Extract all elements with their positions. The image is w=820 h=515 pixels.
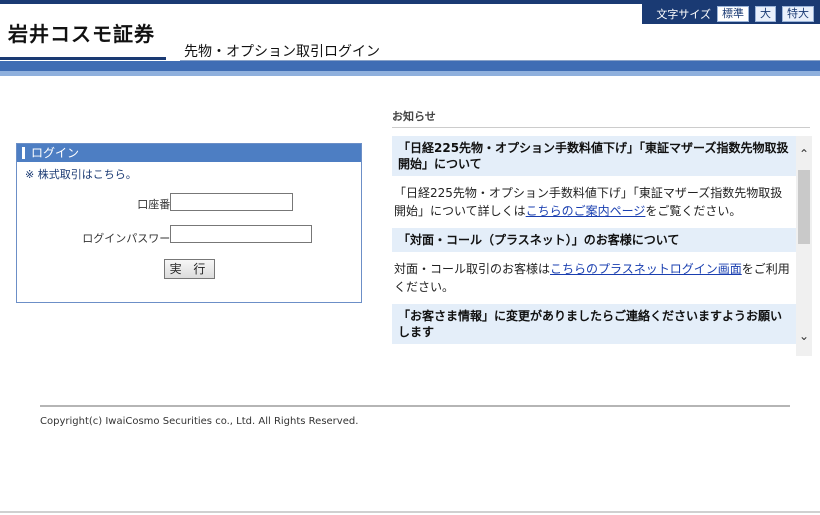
font-size-large-button[interactable]: 大 <box>755 6 776 22</box>
bottom-border <box>0 511 820 513</box>
font-size-standard-button[interactable]: 標準 <box>717 6 749 22</box>
scroll-down-icon[interactable]: ⌄ <box>796 328 812 344</box>
login-password-label: ログインパスワード: <box>82 232 185 245</box>
notice-divider <box>392 127 810 128</box>
page-title: 先物・オプション取引ログイン <box>184 44 380 60</box>
plusnet-login-link[interactable]: こちらのプラスネットログイン画面 <box>550 262 742 276</box>
scrollbar-thumb[interactable] <box>798 170 810 244</box>
notice-body-text: 対面・コール取引のお客様は <box>394 262 551 276</box>
notice-heading: 「日経225先物・オプション手数料値下げ」「東証マザーズ指数先物取扱開始」につい… <box>392 136 796 176</box>
login-panel-header: ログイン <box>17 144 361 162</box>
account-number-input[interactable] <box>170 193 293 211</box>
notice-title: お知らせ <box>392 110 436 123</box>
notice-heading: 「お客さま情報」に変更がありましたらご連絡くださいますようお願いします <box>392 304 796 344</box>
scroll-up-icon[interactable]: ⌃ <box>796 146 812 162</box>
copyright-text: Copyright(c) IwaiCosmo Securities co., L… <box>40 416 359 427</box>
notice-body: 対面・コール取引のお客様はこちらのプラスネットログイン画面をご利用ください。 <box>392 260 796 296</box>
login-panel: ログイン ※ 株式取引はこちら。 口座番号: ログインパスワード: 実 行 <box>16 143 362 303</box>
login-password-input[interactable] <box>170 225 312 243</box>
notice-scrollbar[interactable]: ⌃ ⌄ <box>796 136 812 356</box>
login-panel-title: ログイン <box>31 146 80 160</box>
account-number-label: 口座番号: <box>137 198 185 211</box>
header-stripe-light <box>0 71 820 76</box>
logo-underline <box>0 57 166 60</box>
font-size-label: 文字サイズ <box>656 8 711 21</box>
header-stripe <box>0 61 820 71</box>
font-size-xlarge-button[interactable]: 特大 <box>782 6 814 22</box>
notice-heading: 「対面・コール（プラスネット）」のお客様について <box>392 228 796 252</box>
stock-trading-link[interactable]: ※ 株式取引はこちら。 <box>25 166 137 182</box>
notice-body-text: をご覧ください。 <box>645 204 742 218</box>
notice-list: 「日経225先物・オプション手数料値下げ」「東証マザーズ指数先物取扱開始」につい… <box>392 136 796 356</box>
guide-page-link[interactable]: こちらのご案内ページ <box>526 204 646 218</box>
brand-logo: 岩井コスモ証券 <box>8 22 155 46</box>
footer-divider <box>40 405 790 407</box>
login-submit-button[interactable]: 実 行 <box>164 259 215 279</box>
notice-body: 「日経225先物・オプション手数料値下げ」「東証マザーズ指数先物取扱開始」につい… <box>392 184 796 220</box>
font-size-bar: 文字サイズ 標準 大 特大 <box>642 4 820 24</box>
